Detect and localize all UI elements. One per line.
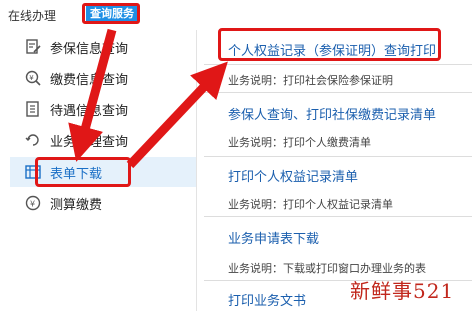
watermark: 新鲜事521 — [350, 279, 455, 303]
divider — [204, 92, 472, 93]
service-description: 业务说明：打印个人权益记录清单 — [228, 198, 393, 211]
sidebar-item-business-query[interactable]: 业务办理查询 — [10, 125, 196, 155]
sidebar-item-benefit-info[interactable]: 待遇信息查询 — [10, 94, 196, 124]
service-list: 个人权益记录（参保证明）查询打印 业务说明：打印社会保险参保证明 参保人查询、打… — [196, 28, 472, 311]
service-link[interactable]: 业务申请表下载 — [228, 228, 319, 247]
sidebar-item-label: 业务办理查询 — [50, 134, 129, 150]
divider — [204, 64, 472, 65]
sidebar-item-label: 测算缴费 — [50, 197, 103, 213]
sidebar-item-calc-payment[interactable]: ¥ 测算缴费 — [10, 188, 196, 218]
highlight-box-form-download — [35, 157, 131, 187]
service-link[interactable]: 打印业务文书 — [228, 290, 306, 309]
service-link[interactable]: 打印个人权益记录清单 — [228, 166, 358, 185]
service-link[interactable]: 参保人查询、打印社保缴费记录清单 — [228, 104, 436, 123]
svg-text:¥: ¥ — [29, 74, 34, 82]
divider — [204, 216, 472, 217]
document-list-icon — [26, 101, 39, 117]
service-description: 业务说明：下载或打印窗口办理业务的表 — [228, 262, 426, 275]
svg-text:¥: ¥ — [30, 200, 35, 209]
top-tab-bar: 在线办理 查询服务 — [0, 0, 472, 28]
refresh-doc-icon — [25, 134, 39, 146]
service-description: 业务说明：打印社会保险参保证明 — [228, 74, 393, 87]
sidebar-item-insurance-info[interactable]: 参保信息查询 — [10, 32, 196, 62]
calculator-coin-icon: ¥ — [25, 195, 41, 211]
sidebar-item-label: 缴费信息查询 — [50, 72, 129, 88]
sidebar-item-payment-info[interactable]: ¥ 缴费信息查询 — [10, 63, 196, 93]
tab-online-service[interactable]: 在线办理 — [8, 7, 56, 24]
money-search-icon: ¥ — [25, 70, 41, 86]
highlight-box-record-print — [218, 28, 441, 61]
divider — [204, 156, 472, 157]
sidebar-item-label: 待遇信息查询 — [50, 103, 129, 119]
service-description: 业务说明：打印个人缴费清单 — [228, 136, 371, 149]
document-edit-icon — [26, 39, 41, 54]
sidebar-item-label: 参保信息查询 — [50, 41, 129, 57]
highlight-box-query-tab — [82, 3, 140, 24]
